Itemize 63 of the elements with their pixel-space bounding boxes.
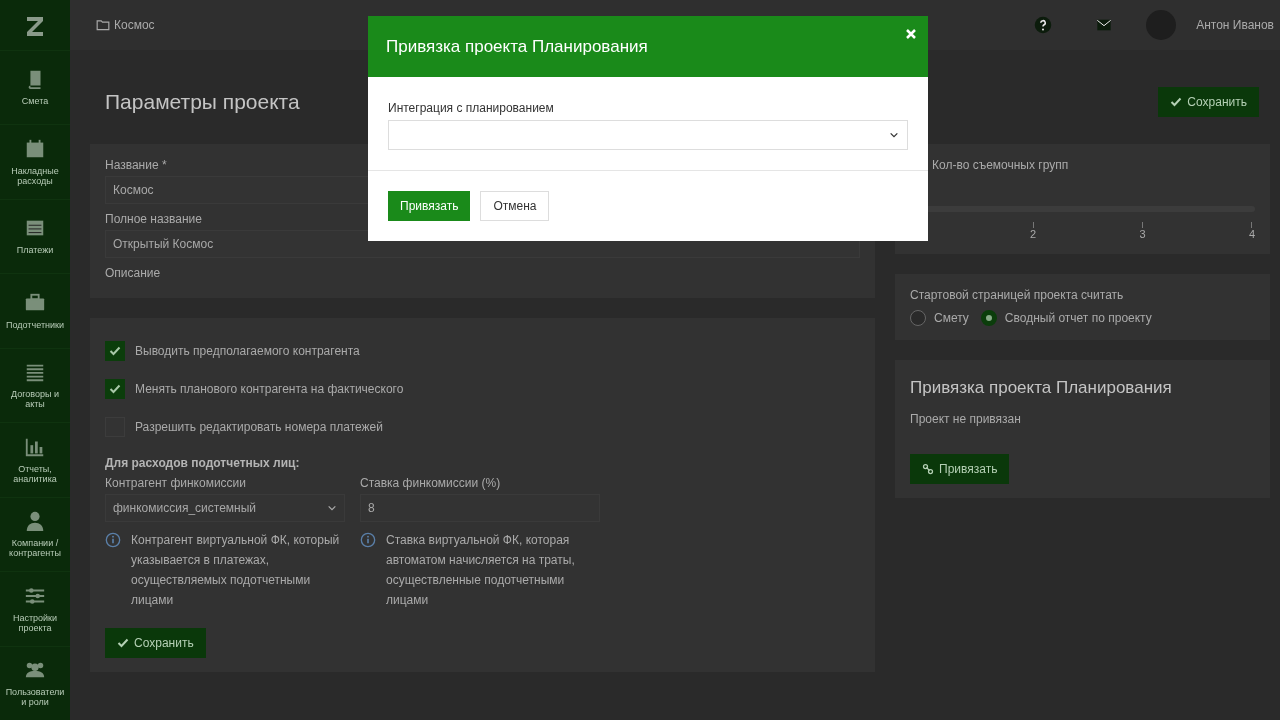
info-icon xyxy=(360,532,376,548)
tick-mark xyxy=(1251,222,1253,228)
tick-label: 3 xyxy=(1139,228,1146,240)
help-icon xyxy=(1034,16,1053,34)
field-label: Ставка финкомиссии (%) xyxy=(360,476,502,490)
chevron-icon xyxy=(327,503,337,513)
save-button[interactable]: Сохранить xyxy=(1158,87,1259,117)
check-icon xyxy=(109,383,121,395)
cancel-button[interactable]: Отмена xyxy=(480,191,550,221)
status-text: Проект не привязан xyxy=(910,412,1022,426)
close-icon xyxy=(905,28,917,40)
hint-text: Контрагент виртуальной ФК, который указывается в платежах, осуществляемых подотчетными лицами xyxy=(131,532,341,609)
radio-button[interactable] xyxy=(910,310,926,326)
checkbox-label: Разрешить редактировать номера платежей xyxy=(135,420,383,434)
sidebar-item[interactable]: Подотчетники xyxy=(0,273,70,348)
hint-text: Ставка виртуальной ФК, которая автоматом начисляется на траты, осуществленные подотчетными лицами xyxy=(386,532,576,609)
section-title: Привязка проекта Планирования xyxy=(910,378,1173,398)
sidebar-item[interactable]: Компании / контрагенты xyxy=(0,496,70,572)
tick-mark xyxy=(1142,222,1143,228)
tick-label: 2 xyxy=(1030,228,1037,240)
sidebar-item[interactable]: Договоры и акты xyxy=(0,347,70,423)
field-label: Контрагент финкомиссии xyxy=(105,476,247,490)
sidebar-item[interactable]: Смета xyxy=(0,49,70,125)
check-icon xyxy=(117,637,129,649)
select-field[interactable] xyxy=(388,120,908,150)
section-heading: Для расходов подотчетных лиц: xyxy=(105,456,301,470)
check-icon xyxy=(1170,96,1183,108)
check-icon xyxy=(109,345,121,357)
field-label: Интеграция с планированием xyxy=(388,101,555,115)
save-button[interactable]: Сохранить xyxy=(105,628,206,658)
info-icon xyxy=(105,532,121,548)
link-button[interactable]: Привязать xyxy=(910,454,1010,484)
sidebar-item[interactable]: Настройки проекта xyxy=(0,571,70,646)
checkbox-label: Выводить предполагаемого контрагента xyxy=(135,344,360,358)
field-label: Название * xyxy=(105,158,168,172)
sidebar-item[interactable]: Отчеты, аналитика xyxy=(0,422,70,497)
radio-button[interactable] xyxy=(980,310,997,326)
sidebar-item[interactable]: Платежи xyxy=(0,198,70,274)
field-label: Кол-во съемочных групп xyxy=(932,158,1070,172)
folder-icon xyxy=(95,18,111,32)
tick-label: 4 xyxy=(1248,228,1255,240)
chevron-icon xyxy=(889,130,899,140)
select-field[interactable]: финкомиссия_системный xyxy=(105,494,345,522)
checkbox[interactable] xyxy=(105,379,125,399)
link-button[interactable]: Привязать xyxy=(388,191,471,221)
number-field[interactable]: 8 xyxy=(360,494,600,522)
person-icon xyxy=(24,510,46,533)
field-label: Стартовой страницей проекта считать xyxy=(910,288,1125,302)
calendar-icon xyxy=(24,137,46,160)
tick-mark xyxy=(1032,222,1034,228)
radio-label: Сводный отчет по проекту xyxy=(1004,311,1152,325)
dialog-title: Привязка проекта Планирования xyxy=(386,36,648,57)
breadcrumb-link[interactable]: Космос xyxy=(95,18,155,32)
sidebar-item[interactable]: Накладные расходы xyxy=(0,124,70,199)
user-name[interactable]: Антон Иванов xyxy=(1196,18,1274,32)
link-icon xyxy=(922,463,934,475)
field-label: Описание xyxy=(105,266,162,280)
checkbox-label: Менять планового контрагента на фактического xyxy=(135,382,404,396)
sidebar-item[interactable]: Пользователи и роли xyxy=(0,645,70,720)
field-label: Полное название xyxy=(105,212,203,226)
radio-label: Смету xyxy=(934,311,969,325)
checkbox[interactable] xyxy=(105,341,125,361)
page-title: Параметры проекта xyxy=(105,90,300,114)
